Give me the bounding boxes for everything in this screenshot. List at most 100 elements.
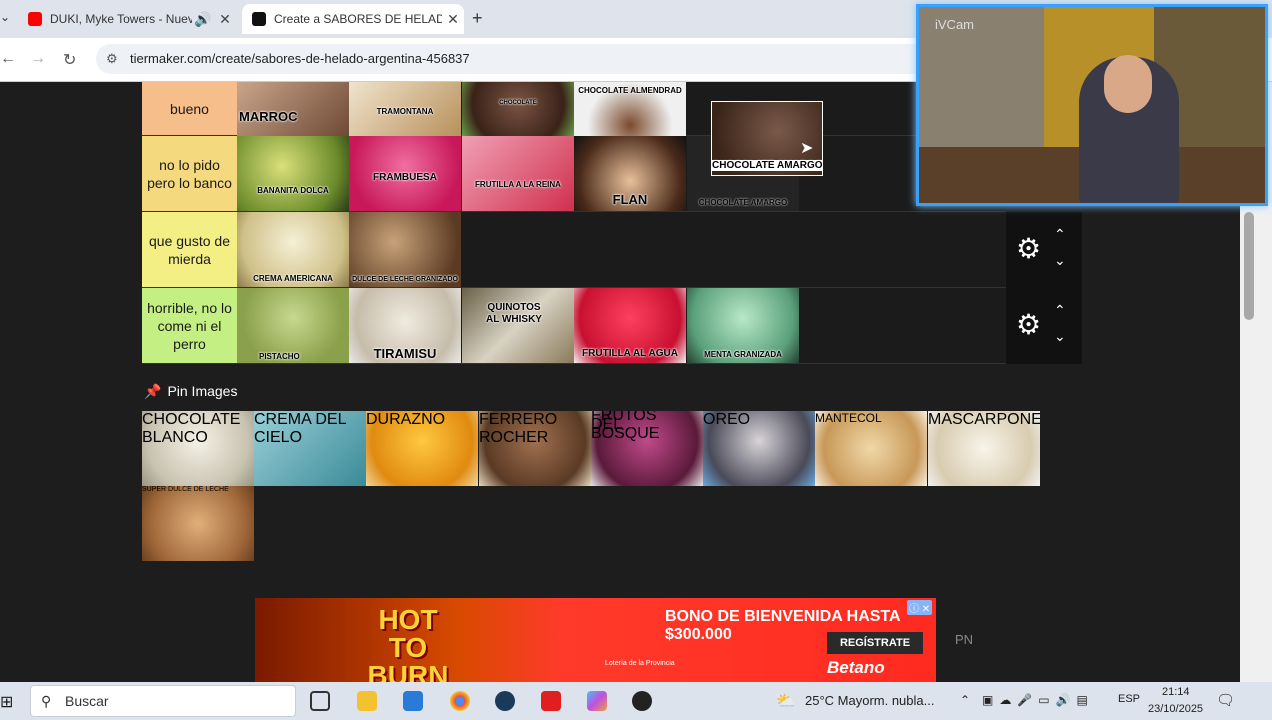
tier-item[interactable]: TIRAMISU <box>349 288 461 363</box>
pool-item-label: MANTECOL <box>815 411 882 425</box>
ad-register-button[interactable]: REGÍSTRATE <box>827 632 923 654</box>
pool-item-label: FRUTOS DEL BOSQUE <box>591 411 660 442</box>
advertisement-banner[interactable]: HOT TO BURN BONO DE BIENVENIDA HASTA $30… <box>255 598 936 682</box>
windows-taskbar: ⊞ ⚲ Buscar ⛅ 25°C Mayorm. nubla... ⌃ ▣☁🎤… <box>0 682 1272 720</box>
tiermaker-icon <box>252 12 266 26</box>
tier-item[interactable]: DULCE DE LECHE GRANIZADO <box>349 212 461 287</box>
copilot-icon[interactable] <box>587 691 607 711</box>
reload-icon[interactable]: ↻ <box>63 50 76 70</box>
tier-item-label: CHOCOLATE AMARGO <box>698 198 788 207</box>
pool-item[interactable]: FERRERO ROCHER <box>479 411 591 486</box>
pn-label: PN <box>955 632 974 647</box>
store-icon[interactable] <box>403 691 423 711</box>
webcam-overlay: iVCam <box>916 4 1268 206</box>
tab-youtube[interactable]: DUKI, Myke Towers - Nueva 🔊 ✕ <box>18 4 236 34</box>
tier-item-label: PISTACHO <box>259 352 300 361</box>
webcam-label: iVCam <box>935 17 975 32</box>
speaker-icon[interactable]: 🔊 <box>192 11 214 28</box>
tier-item[interactable]: MENTA GRANIZADA <box>687 288 799 363</box>
pool-item[interactable]: CHOCOLATE BLANCO <box>142 411 254 486</box>
tab-title: Create a SABORES DE HELADO <box>274 12 442 26</box>
tier-item[interactable]: CHOCOLATE <box>462 82 574 136</box>
amd-icon[interactable] <box>541 691 561 711</box>
tray-expand-icon[interactable]: ⌃ <box>960 693 970 707</box>
url-text: tiermaker.com/create/sabores-de-helado-a… <box>130 51 470 66</box>
tier-item[interactable]: CHOCOLATE ALMENDRAD <box>574 82 686 136</box>
weather-icon: ⛅ <box>776 693 796 710</box>
chevron-up-icon[interactable]: ⌃ <box>1054 226 1066 243</box>
tier-item-label: FLAN <box>612 192 648 207</box>
chevron-down-icon[interactable]: ⌄ <box>1054 252 1066 269</box>
pool-item-label: OREO <box>703 411 751 428</box>
notifications-icon[interactable]: 🗨 <box>1216 691 1235 709</box>
pool-item[interactable]: DURAZNO <box>366 411 478 486</box>
tier-row: no lo pido pero lo banco BANANITA DOLCA … <box>142 136 1006 212</box>
language-indicator[interactable]: ESP <box>1118 693 1140 705</box>
tier-item[interactable]: FRUTILLA A LA REINA <box>462 136 574 211</box>
pool-item[interactable]: SUPER DULCE DE LECHE <box>142 486 254 561</box>
scrollbar-thumb[interactable] <box>1244 212 1254 320</box>
weather-text[interactable]: 25°C Mayorm. nubla... <box>805 693 934 708</box>
tier-controls: ⚙ ⌃ ⌄ <box>1006 288 1082 364</box>
tier-item-label: FRUTILLA AL AGUA <box>582 348 678 359</box>
pool-item-label: FERRERO ROCHER <box>479 411 558 446</box>
pool-item[interactable]: MANTECOL <box>815 411 927 486</box>
search-placeholder: Buscar <box>65 693 109 709</box>
gear-icon[interactable]: ⚙ <box>1016 308 1041 341</box>
chevron-up-icon[interactable]: ⌃ <box>1054 302 1066 319</box>
tab-tiermaker[interactable]: Create a SABORES DE HELADO ✕ <box>242 4 464 34</box>
pool-item-label: MASCARPONE <box>928 411 1040 428</box>
chevron-down-icon[interactable]: ⌄ <box>1054 328 1066 345</box>
obs-icon[interactable] <box>632 691 652 711</box>
mouse-cursor-icon: ➤ <box>800 140 814 157</box>
windows-start-icon[interactable]: ⊞ <box>0 692 13 712</box>
pool-item[interactable]: CREMA DEL CIELO <box>254 411 366 486</box>
clock-time[interactable]: 21:14 <box>1162 686 1190 698</box>
chrome-icon[interactable] <box>450 691 470 711</box>
new-tab-button[interactable]: + <box>472 8 483 29</box>
file-explorer-icon[interactable] <box>357 691 377 711</box>
pool-item-label: CREMA DEL CIELO <box>254 411 346 446</box>
tier-item-label: TRAMONTANA <box>376 107 434 116</box>
pool-item[interactable]: OREO <box>703 411 815 486</box>
tier-label: bueno <box>142 82 237 135</box>
clock-date[interactable]: 23/10/2025 <box>1148 703 1203 715</box>
tier-item[interactable]: TRAMONTANA <box>349 82 461 136</box>
tier-item[interactable]: CREMA AMERICANA <box>237 212 349 287</box>
tier-item-label: QUINOTOS AL WHISKY <box>486 302 542 325</box>
tray-icons[interactable]: ▣☁🎤▭🔊▤ <box>982 693 1094 707</box>
tier-row: horrible, no lo come ni el perro PISTACH… <box>142 288 1006 364</box>
tier-item[interactable]: QUINOTOS AL WHISKY <box>462 288 574 363</box>
tier-item-label: BANANITA DOLCA <box>257 186 329 195</box>
gear-icon[interactable]: ⚙ <box>1016 232 1041 265</box>
tier-item-label: FRAMBUESA <box>373 172 437 183</box>
tier-item[interactable]: MARROC <box>237 82 349 136</box>
forward-icon[interactable]: → <box>30 50 46 68</box>
tab-title: DUKI, Myke Towers - Nueva <box>50 12 192 26</box>
tier-item[interactable]: FRUTILLA AL AGUA <box>574 288 686 363</box>
ad-brand: Betano <box>827 658 885 677</box>
tier-item[interactable]: BANANITA DOLCA <box>237 136 349 211</box>
tier-row: bueno MARROC TRAMONTANA CHOCOLATE CHOCOL… <box>142 82 1006 136</box>
tab-list-chevron-icon[interactable]: ⌄ <box>0 10 10 24</box>
tier-item[interactable]: PISTACHO <box>237 288 349 363</box>
url-field[interactable]: ⚙ tiermaker.com/create/sabores-de-helado… <box>96 44 926 74</box>
task-view-icon[interactable] <box>310 691 330 711</box>
close-tab-icon[interactable]: ✕ <box>442 11 464 28</box>
taskbar-search[interactable]: ⚲ Buscar <box>30 685 296 717</box>
close-tab-icon[interactable]: ✕ <box>214 11 236 28</box>
tier-controls: ⚙ ⌃ ⌄ <box>1006 212 1082 288</box>
tier-item-label: DULCE DE LECHE GRANIZADO <box>352 276 458 283</box>
tier-item[interactable]: FLAN <box>574 136 686 211</box>
search-icon: ⚲ <box>41 693 52 709</box>
pool-item[interactable]: FRUTOS DEL BOSQUE <box>591 411 703 486</box>
back-icon[interactable]: ← <box>0 50 16 68</box>
tier-item-label: CHOCOLATE AMARGO <box>712 160 823 171</box>
ad-info-icon[interactable]: ⓘ ✕ <box>907 600 933 615</box>
pool-item[interactable]: MASCARPONE <box>928 411 1040 486</box>
pin-images-heading[interactable]: 📌 Pin Images <box>144 383 237 400</box>
tier-item[interactable]: FRAMBUESA <box>349 136 461 211</box>
site-settings-icon[interactable]: ⚙ <box>106 44 118 74</box>
steam-icon[interactable] <box>495 691 515 711</box>
pin-icon: 📌 <box>144 383 162 399</box>
